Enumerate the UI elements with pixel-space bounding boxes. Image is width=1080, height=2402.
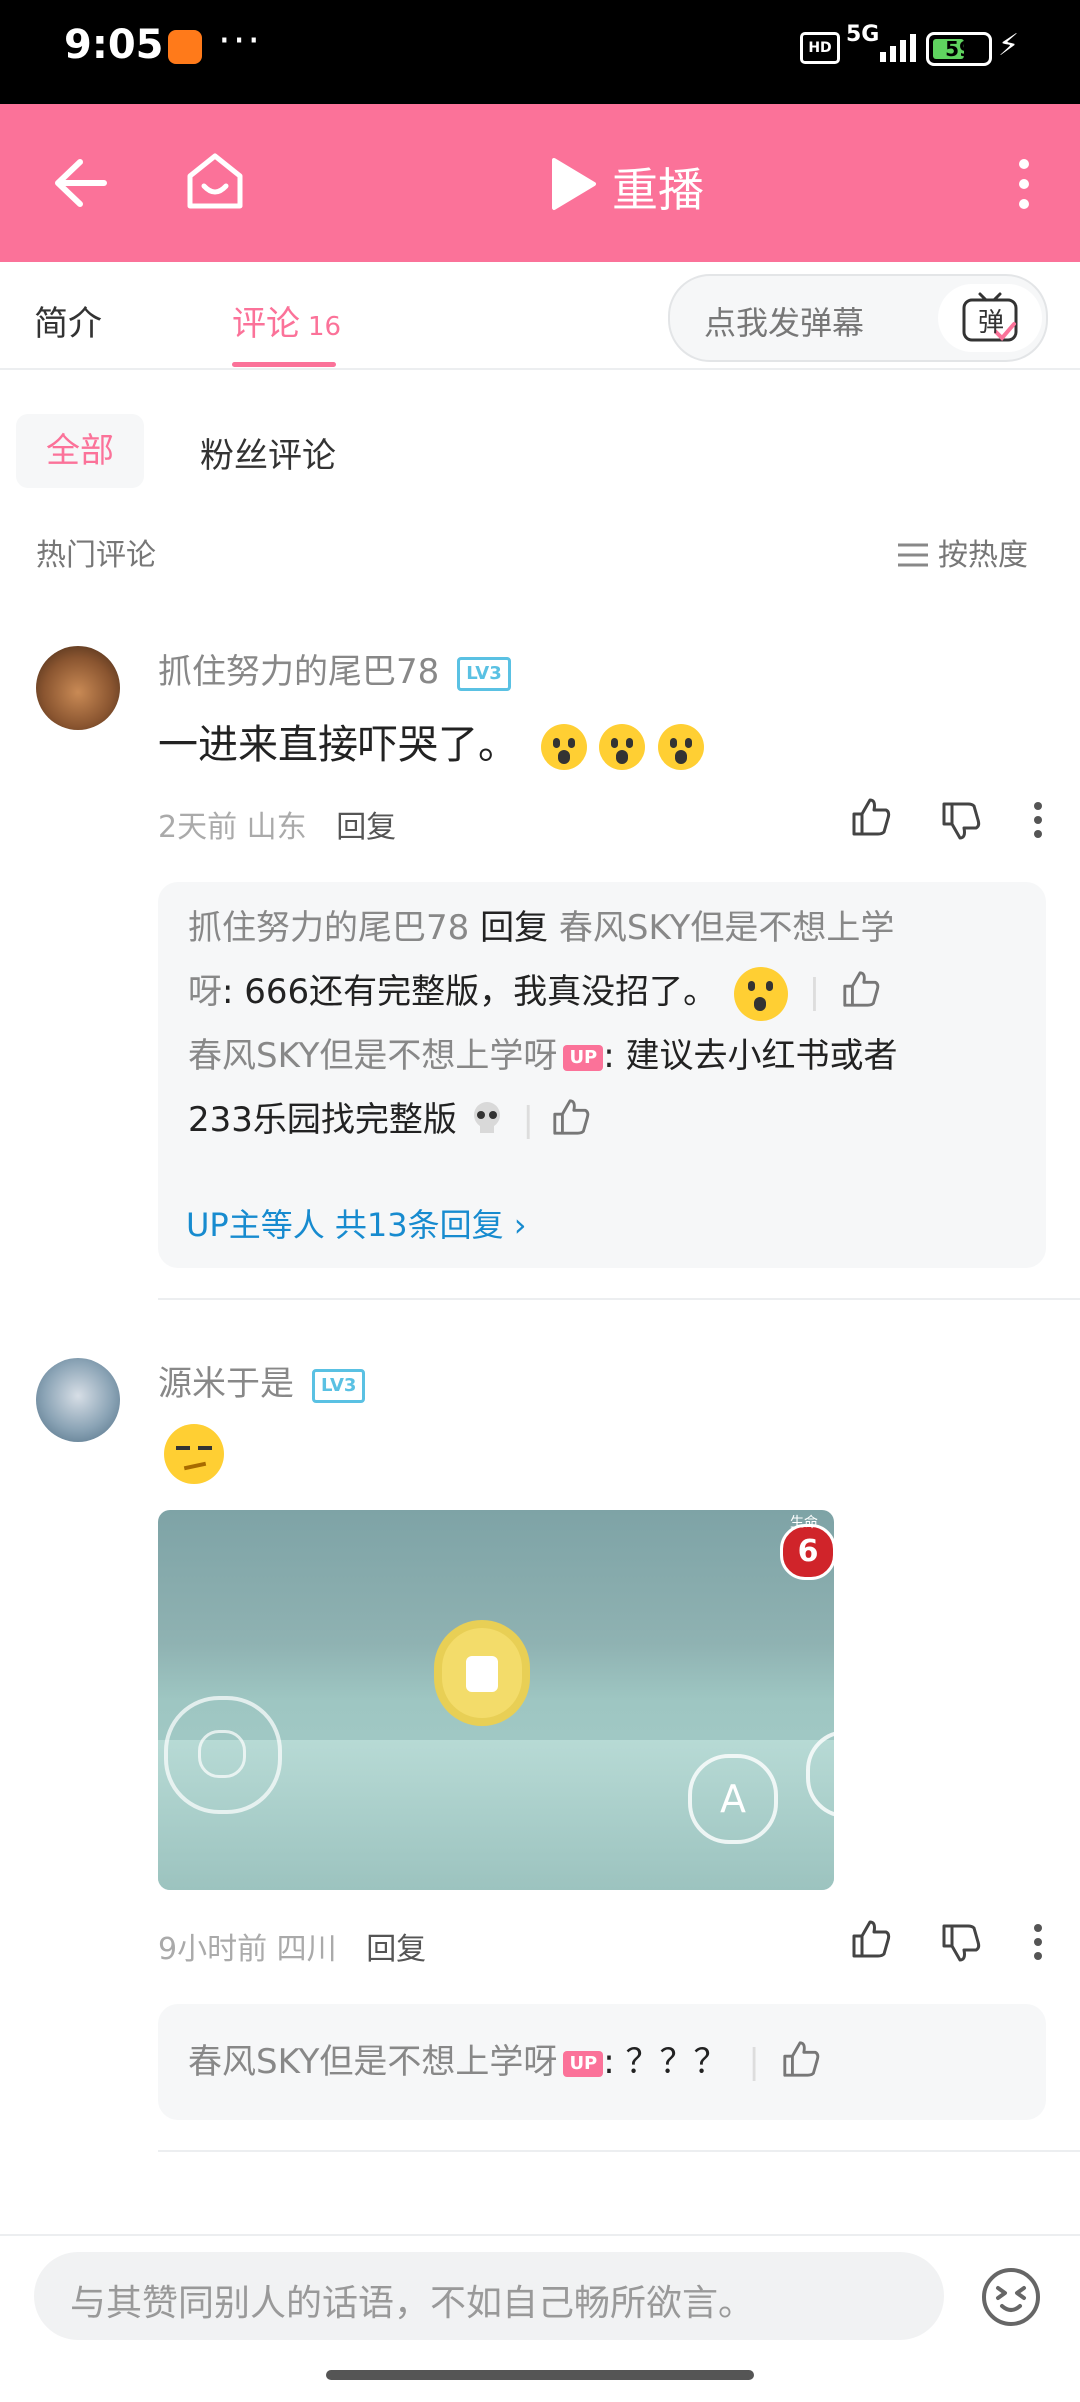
more-replies-text: UP主等人 共13条回复 xyxy=(186,1206,504,1244)
skull-emoji-icon xyxy=(473,1102,500,1133)
comment-count: 16 xyxy=(308,312,342,342)
emoji-picker-icon[interactable] xyxy=(980,2266,1042,2328)
comment-username[interactable]: 抓住努力的尾巴78 LV3 xyxy=(158,644,511,693)
reply-text: : 666还有完整版，我真没招了。 xyxy=(222,972,718,1012)
like-icon[interactable] xyxy=(850,1918,892,1960)
reply-button[interactable]: 回复 xyxy=(366,1932,426,1967)
battery-icon: 59 xyxy=(926,32,992,66)
status-more: ··· xyxy=(218,18,263,64)
laugh-cry-emoji-icon xyxy=(733,966,788,1021)
tab-comments-label: 评论 xyxy=(232,304,300,344)
nav-bar: 重播 xyxy=(0,104,1080,262)
joystick-knob xyxy=(198,1730,246,1778)
app-notification-icon xyxy=(168,30,202,64)
a-button[interactable]: A xyxy=(688,1754,778,1844)
comment-meta: 2天前 山东 回复 xyxy=(158,802,396,846)
dislike-icon[interactable] xyxy=(940,800,982,842)
comment-time: 2天前 xyxy=(158,810,238,845)
username-text: 抓住努力的尾巴78 xyxy=(158,652,440,692)
comment-text: 一进来直接吓哭了。 xyxy=(158,712,705,770)
signal-label: 5G xyxy=(846,22,880,47)
more-vertical-icon[interactable] xyxy=(1030,1922,1046,1962)
tab-intro-label: 简介 xyxy=(34,304,102,344)
dislike-icon[interactable] xyxy=(940,1922,982,1964)
hot-comments-title: 热门评论 xyxy=(36,538,156,573)
more-replies-link[interactable]: UP主等人 共13条回复 › xyxy=(186,1200,527,1246)
comment-location: 山东 xyxy=(246,810,307,845)
comment-input[interactable]: 与其赞同别人的话语，不如自己畅所欲言。 xyxy=(34,2252,944,2340)
level-badge: LV3 xyxy=(312,1368,366,1403)
replay-title[interactable]: 重播 xyxy=(612,154,704,220)
filter-all-button[interactable]: 全部 xyxy=(16,414,144,488)
comment-divider xyxy=(158,1298,1080,1300)
scream-emoji-icon xyxy=(599,724,646,770)
battery-percent: 59 xyxy=(945,37,973,61)
hd-icon: HD xyxy=(800,32,840,64)
danmu-input[interactable]: 点我发弹幕 弹 xyxy=(668,274,1048,362)
reply-username[interactable]: 春风SKY但是不想上学呀 xyxy=(188,1036,557,1076)
comment-image[interactable]: A 6 生命 xyxy=(158,1510,834,1890)
reply-item[interactable]: 春风SKY但是不想上学呀 UP: 建议去小红书或者 233乐园找完整版 | xyxy=(188,1024,1018,1152)
up-badge: UP xyxy=(563,2050,604,2077)
scream-emoji-icon xyxy=(658,724,705,770)
comment-username[interactable]: 源米于是 LV3 xyxy=(158,1356,366,1405)
danmu-icon-label: 弹 xyxy=(978,308,1005,338)
tabs-divider xyxy=(0,368,1080,370)
like-icon[interactable] xyxy=(850,796,892,838)
reply-username[interactable]: 春风SKY但是不想上学呀 xyxy=(188,2042,557,2082)
up-badge: UP xyxy=(563,1044,604,1071)
reply-text: : 建议去小红书或者 xyxy=(603,1036,898,1076)
reply-box: 抓住努力的尾巴78 回复 春风SKY但是不想上学 呀: 666还有完整版，我真没… xyxy=(158,882,1046,1268)
chevron-right-icon: › xyxy=(513,1206,527,1244)
reply-item[interactable]: 抓住努力的尾巴78 回复 春风SKY但是不想上学 呀: 666还有完整版，我真没… xyxy=(188,896,1018,1024)
comment-body: 一进来直接吓哭了。 xyxy=(158,722,518,768)
sort-icon xyxy=(898,543,928,567)
comment-divider xyxy=(158,2150,1080,2152)
home-indicator[interactable] xyxy=(326,2370,754,2380)
reply-username[interactable]: 抓住努力的尾巴78 xyxy=(188,908,469,948)
comment-input-bar: 与其赞同别人的话语，不如自己畅所欲言。 xyxy=(0,2234,1080,2402)
tab-underline xyxy=(232,362,336,367)
reply-target-tail[interactable]: 呀 xyxy=(188,972,222,1012)
charging-icon: ⚡ xyxy=(998,28,1020,63)
tab-comments[interactable]: 评论 16 xyxy=(232,296,341,345)
comment-input-placeholder: 与其赞同别人的话语，不如自己畅所欲言。 xyxy=(70,2283,755,2324)
comment-time: 9小时前 xyxy=(158,1932,268,1967)
play-icon[interactable] xyxy=(548,156,598,212)
home-icon[interactable] xyxy=(184,152,246,212)
sort-label: 按热度 xyxy=(938,538,1028,573)
like-icon[interactable] xyxy=(781,2039,821,2079)
signal-icon xyxy=(880,34,916,62)
status-time: 9:05 xyxy=(64,22,164,68)
sort-button[interactable]: 按热度 xyxy=(896,530,1028,574)
smirk-emoji-icon xyxy=(164,1424,224,1484)
comment-location: 四川 xyxy=(276,1932,337,1967)
username-text: 源米于是 xyxy=(158,1364,294,1404)
filter-fans-button[interactable]: 粉丝评论 xyxy=(200,428,336,477)
reply-target[interactable]: 春风SKY但是不想上学 xyxy=(559,908,894,948)
scream-emoji-icon xyxy=(540,724,587,770)
more-vertical-icon[interactable] xyxy=(1012,156,1036,212)
tab-intro[interactable]: 简介 xyxy=(34,296,102,345)
status-bar: 9:05 ··· HD 5G 59 ⚡ xyxy=(0,0,1080,104)
avatar[interactable] xyxy=(36,1358,120,1442)
comment-meta: 9小时前 四川 回复 xyxy=(158,1924,426,1968)
reply-item[interactable]: 春风SKY但是不想上学呀 UP: ？？？ | xyxy=(188,2030,1018,2094)
reply-button[interactable]: 回复 xyxy=(336,810,396,845)
level-badge: LV3 xyxy=(457,656,511,691)
like-icon[interactable] xyxy=(551,1097,591,1137)
reply-text: : ？？？ xyxy=(603,2042,728,2082)
danmu-placeholder: 点我发弹幕 xyxy=(704,304,865,342)
lives-label: 生命 xyxy=(790,1515,818,1531)
reply-word: 回复 xyxy=(480,908,549,948)
like-icon[interactable] xyxy=(841,969,881,1009)
reply-text-line2: 233乐园找完整版 xyxy=(188,1100,457,1140)
avatar[interactable] xyxy=(36,646,120,730)
lives-badge: 6 xyxy=(780,1524,834,1580)
character-face xyxy=(466,1656,498,1692)
reply-box: 春风SKY但是不想上学呀 UP: ？？？ | xyxy=(158,2004,1046,2120)
danmu-toggle-button[interactable]: 弹 xyxy=(938,284,1042,352)
back-arrow-icon[interactable] xyxy=(52,158,108,208)
more-vertical-icon[interactable] xyxy=(1030,800,1046,840)
